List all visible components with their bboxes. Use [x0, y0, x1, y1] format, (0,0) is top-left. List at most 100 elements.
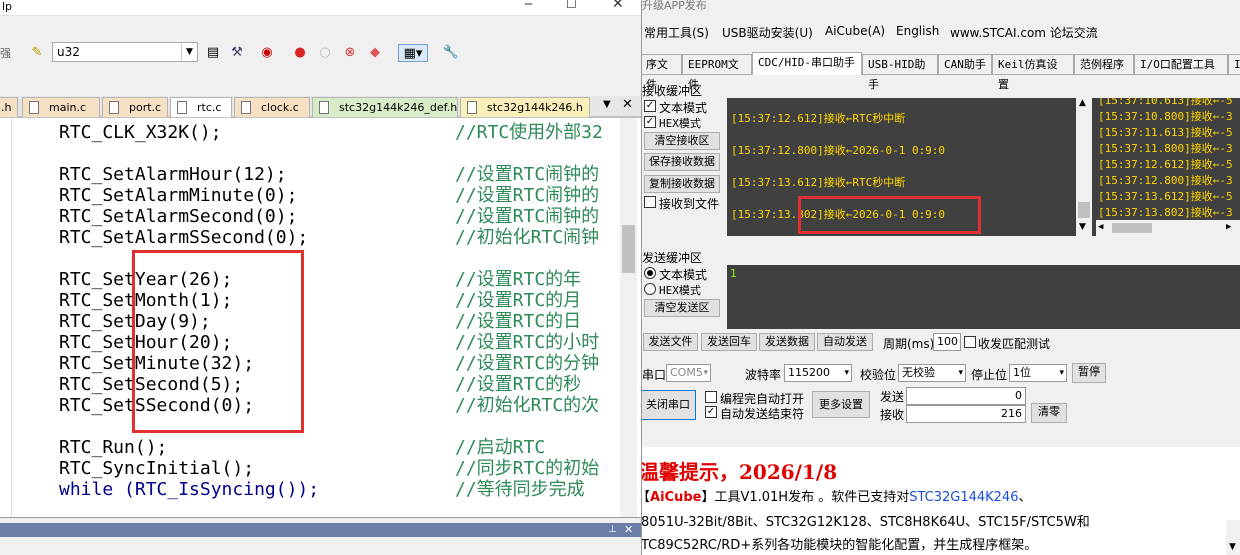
parity-select[interactable]: 无校验 ▾	[898, 364, 966, 382]
match-test-checkbox[interactable]	[964, 336, 976, 348]
chevron-down-icon[interactable]: ▼	[181, 43, 197, 61]
options-icon[interactable]: ▤	[204, 44, 222, 62]
code-comment: //设置RTC闹钟的	[455, 206, 600, 227]
manage-icon[interactable]: ⚒	[228, 44, 246, 62]
hex-scroll-thumb[interactable]	[1112, 223, 1152, 233]
tab-label: stc32g144k246.h	[487, 101, 583, 114]
scroll-up-icon[interactable]: ▲	[1079, 98, 1086, 108]
hex-log-buffer[interactable]: [15:37:10.613]接收←-5 [15:37:10.800]接收←-3 …	[1096, 98, 1240, 236]
send-buffer[interactable]: 1	[727, 265, 1240, 329]
recv-count-label: 接收	[880, 408, 905, 422]
code-editor[interactable]: RTC_CLK_X32K(); //RTC使用外部32 RTC_SetAlarm…	[0, 118, 641, 517]
clear-recv-button[interactable]: 清空接收区	[644, 132, 720, 150]
tab-can[interactable]: CAN助手	[938, 54, 992, 74]
period-label: 周期(ms)	[883, 337, 935, 351]
target-combo[interactable]: u32 ▼	[52, 42, 198, 62]
tab-stc-h[interactable]: stc32g144k246.h	[460, 97, 590, 117]
tab-examples[interactable]: 范例程序	[1074, 54, 1134, 74]
menu-website[interactable]: www.STCAI.com 论坛交流	[950, 24, 1098, 41]
code-comment: //等待同步完成	[455, 479, 585, 500]
chevron-down-icon[interactable]: ▾	[703, 365, 708, 381]
breakpoint-all-icon[interactable]: ◆	[366, 44, 384, 62]
scroll-down-icon[interactable]: ▼	[1079, 222, 1086, 232]
baud-label: 波特率	[745, 368, 782, 382]
debug-icon[interactable]: ◉	[258, 44, 276, 62]
recv-to-file-checkbox[interactable]	[644, 196, 656, 208]
close-icon[interactable]: ✕	[612, 0, 624, 12]
tab-rtc-c[interactable]: rtc.c	[170, 97, 232, 117]
pause-button[interactable]: 暂停	[1072, 363, 1106, 383]
window-layout-icon[interactable]: ▦▾	[398, 44, 428, 62]
stop-bits-select[interactable]: 1位 ▾	[1009, 364, 1067, 382]
menu-aicube[interactable]: AiCube(A)	[825, 24, 885, 38]
tab-header-partial[interactable]: .h	[0, 97, 18, 117]
recv-scrollbar[interactable]: ▲ ▼	[1076, 98, 1092, 236]
ide-titlebar: ‒ ☐ ✕	[0, 0, 641, 16]
recv-scroll-thumb[interactable]	[1078, 202, 1090, 218]
tab-usb-hid[interactable]: USB-HID助手	[862, 54, 938, 91]
send-return-button[interactable]: 发送回车	[701, 333, 757, 351]
tab-cdc-serial[interactable]: CDC/HID-串口助手	[752, 52, 862, 75]
tab-main-c[interactable]: main.c	[22, 97, 100, 117]
chevron-down-icon[interactable]: ▾	[1059, 365, 1064, 381]
tab-keil-sim[interactable]: Keil仿真设置	[992, 54, 1074, 91]
breakpoint-icon[interactable]: ●	[291, 44, 309, 62]
tab-program-file[interactable]: 序文件	[642, 54, 682, 91]
scroll-down-icon[interactable]: ▼	[1229, 542, 1236, 552]
tab-port-c[interactable]: port.c	[102, 97, 168, 117]
recv-hex-mode-checkbox[interactable]: ✓	[644, 116, 656, 128]
send-text-mode-radio[interactable]	[644, 267, 656, 279]
port-select[interactable]: COM5 ▾	[666, 364, 711, 382]
send-data-button[interactable]: 发送数据	[759, 333, 815, 351]
menu-english[interactable]: English	[896, 24, 939, 38]
scroll-right-icon[interactable]: ▶	[1226, 222, 1231, 232]
recv-hex-mode-label: HEX模式	[659, 117, 701, 130]
editor-scrollbar[interactable]	[620, 118, 637, 517]
code-comment: //设置RTC的分钟	[455, 353, 600, 374]
recv-text-mode-checkbox[interactable]: ✓	[644, 100, 656, 112]
copy-recv-button[interactable]: 复制接收数据	[644, 175, 720, 193]
close-tab-icon[interactable]: ✕	[622, 97, 633, 112]
auto-open-checkbox[interactable]	[705, 391, 717, 403]
send-hex-mode-radio[interactable]	[644, 283, 656, 295]
settings-wrench-icon[interactable]: 🔧	[442, 44, 460, 62]
editor-scroll-thumb[interactable]	[622, 225, 635, 273]
breakpoint-kill-icon[interactable]: ⊗	[341, 44, 359, 62]
close-panel-icon[interactable]: ✕	[624, 523, 633, 536]
maximize-icon[interactable]: ☐	[566, 0, 577, 11]
baud-select[interactable]: 115200 ▾	[784, 364, 852, 382]
highlight-box-date-setters	[132, 250, 304, 433]
period-input[interactable]: 100	[933, 333, 961, 351]
aicube-brand[interactable]: AiCube	[650, 490, 701, 505]
hex-hscrollbar[interactable]: ◀ ▶	[1096, 220, 1240, 236]
chevron-down-icon[interactable]: ▾	[844, 365, 849, 381]
load-icon[interactable]: ✎	[28, 44, 46, 62]
tab-eeprom[interactable]: EEPROM文件	[682, 54, 752, 91]
chevron-down-icon[interactable]: ▾	[958, 365, 963, 381]
tab-def-h[interactable]: stc32g144k246_def.h	[312, 97, 458, 117]
save-recv-button[interactable]: 保存接收数据	[644, 153, 720, 171]
menu-tools[interactable]: 常用工具(S)	[644, 24, 709, 41]
clear-count-button[interactable]: 清零	[1031, 403, 1067, 423]
more-settings-button[interactable]: 更多设置	[812, 391, 870, 418]
clear-send-button[interactable]: 清空发送区	[644, 299, 720, 317]
send-file-button[interactable]: 发送文件	[643, 333, 698, 351]
tab-list-icon[interactable]: ▼	[603, 99, 611, 110]
chip-link[interactable]: STC32G144K246	[909, 490, 1018, 505]
auto-close-checkbox[interactable]: ✓	[705, 406, 717, 418]
code-comment: //设置RTC的日	[455, 311, 582, 332]
breakpoint-disable-icon[interactable]: ○	[316, 44, 334, 62]
tab-io-config[interactable]: I/O口配置工具	[1134, 54, 1228, 74]
tab-more[interactable]: I	[1228, 54, 1240, 74]
tab-clock-c[interactable]: clock.c	[234, 97, 310, 117]
minimize-icon[interactable]: ‒	[524, 0, 533, 12]
pin-icon[interactable]: ⊥	[608, 524, 617, 535]
auto-send-button[interactable]: 自动发送	[817, 333, 873, 351]
close-port-button[interactable]: 关闭串口	[642, 390, 696, 420]
scroll-left-icon[interactable]: ◀	[1098, 222, 1103, 232]
menu-usb-driver[interactable]: USB驱动安装(U)	[722, 24, 813, 41]
editor-gutter	[0, 118, 12, 517]
highlight-box-recv-date	[798, 196, 981, 234]
notice-scrollbar[interactable]: ▼	[1226, 520, 1240, 555]
ide-menu-fragment[interactable]: lp	[0, 0, 12, 16]
